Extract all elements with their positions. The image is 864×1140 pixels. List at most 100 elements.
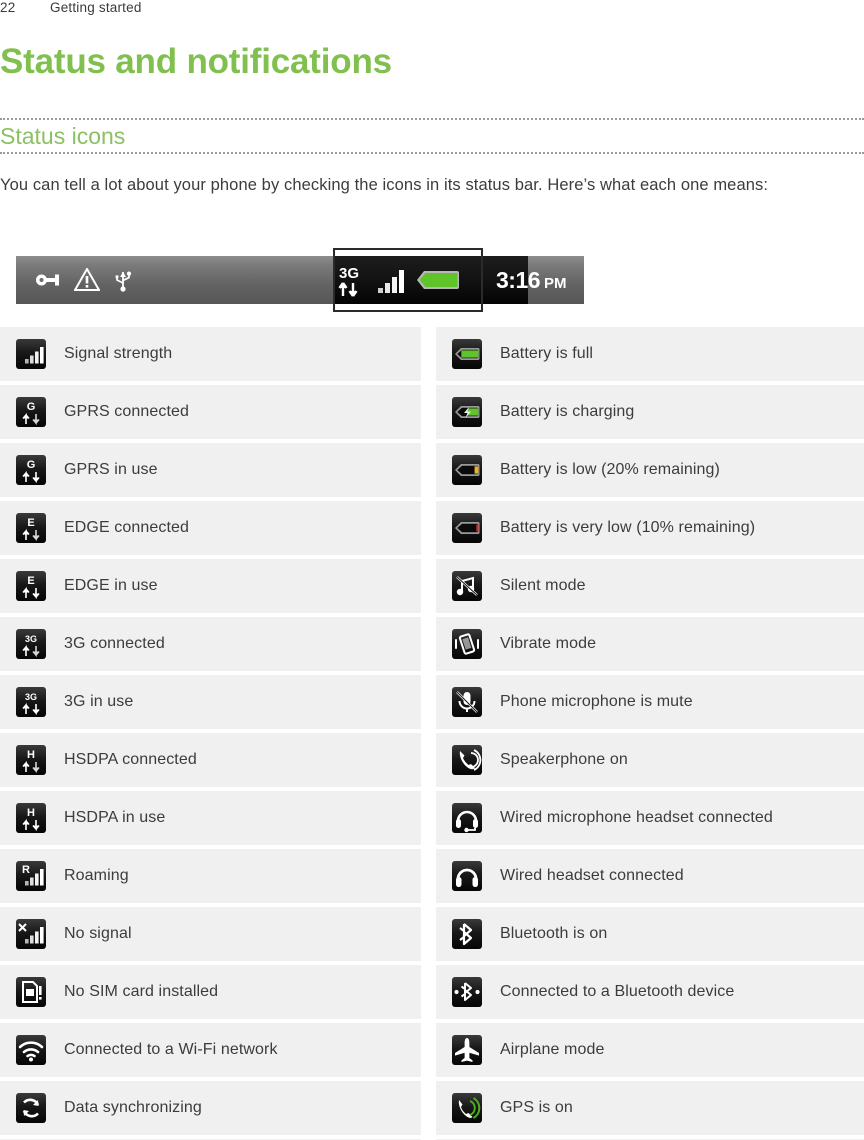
status-bar-left-icons — [16, 268, 133, 292]
page-number: 22 — [0, 0, 16, 15]
status-bar: 3G 3:16 PM — [16, 248, 584, 312]
hsdpa-in-use-icon: H — [16, 803, 46, 833]
table-row: E EDGE in use — [0, 559, 421, 613]
icon-description-label: Battery is full — [500, 345, 594, 362]
icon-description-label: Wired microphone headset connected — [500, 809, 773, 826]
silent-mode-icon — [452, 571, 482, 601]
intro-paragraph: You can tell a lot about your phone by c… — [0, 176, 769, 194]
status-icons-highlight-box — [333, 248, 483, 312]
icon-description-label: Signal strength — [64, 345, 173, 362]
icon-description-label: Phone microphone is mute — [500, 693, 693, 710]
icon-description-label: EDGE connected — [64, 519, 190, 536]
icon-table-right-column: Battery is full Battery is charging Batt… — [436, 327, 864, 1140]
table-row: H HSDPA in use — [0, 791, 421, 845]
no-signal-icon — [16, 919, 46, 949]
icon-description-label: Roaming — [64, 867, 129, 884]
svg-text:G: G — [27, 459, 36, 471]
icon-description-label: 3G connected — [64, 635, 165, 652]
table-row: G GPRS connected — [0, 385, 421, 439]
icon-description-label: HSDPA in use — [64, 809, 166, 826]
clock-time: 3:16 — [496, 267, 541, 293]
icon-description-label: No signal — [64, 925, 132, 942]
table-row: Silent mode — [436, 559, 864, 613]
table-row: No signal — [0, 907, 421, 961]
table-row: R Roaming — [0, 849, 421, 903]
roaming-icon: R — [16, 861, 46, 891]
svg-text:H: H — [27, 749, 35, 761]
table-row: E EDGE connected — [0, 501, 421, 555]
table-row: 3G 3G connected — [0, 617, 421, 671]
clock-ampm: PM — [544, 275, 567, 292]
table-row: Bluetooth is on — [436, 907, 864, 961]
data-sync-icon — [16, 1093, 46, 1123]
hsdpa-connected-icon: H — [16, 745, 46, 775]
signal-strength-icon — [16, 339, 46, 369]
wired-mic-headset-icon — [452, 803, 482, 833]
table-row: 3G 3G in use — [0, 675, 421, 729]
table-row: Battery is very low (10% remaining) — [436, 501, 864, 555]
wired-headset-icon — [452, 861, 482, 891]
svg-text:E: E — [27, 575, 34, 587]
icon-description-label: Wired headset connected — [500, 867, 684, 884]
battery-very-low-icon — [452, 513, 482, 543]
battery-charging-icon — [452, 397, 482, 427]
icon-description-label: Bluetooth is on — [500, 925, 608, 942]
table-row: Wired microphone headset connected — [436, 791, 864, 845]
table-row: Vibrate mode — [436, 617, 864, 671]
table-row: No SIM card installed — [0, 965, 421, 1019]
table-row: Battery is low (20% remaining) — [436, 443, 864, 497]
icon-description-label: GPS is on — [500, 1099, 573, 1116]
microphone-mute-icon — [452, 687, 482, 717]
status-bar-figure: 3G 3:16 PM — [16, 248, 584, 312]
icon-description-label: EDGE in use — [64, 577, 158, 594]
unlock-key-icon — [35, 271, 61, 289]
battery-low-icon — [452, 455, 482, 485]
icon-description-label: Battery is low (20% remaining) — [500, 461, 720, 478]
svg-text:G: G — [27, 401, 36, 413]
table-row: Battery is charging — [436, 385, 864, 439]
svg-text:H: H — [27, 807, 35, 819]
running-header: 22 Getting started — [0, 0, 142, 15]
edge-in-use-icon: E — [16, 571, 46, 601]
icon-description-label: Connected to a Wi-Fi network — [64, 1041, 278, 1058]
icon-description-label: No SIM card installed — [64, 983, 219, 1000]
svg-text:3G: 3G — [25, 692, 37, 702]
wifi-connected-icon — [16, 1035, 46, 1065]
page-title: Status and notifications — [0, 42, 392, 81]
icon-description-label: GPRS in use — [64, 461, 158, 478]
icon-description-label: Silent mode — [500, 577, 586, 594]
table-row: GPS is on — [436, 1081, 864, 1135]
icon-description-label: Speakerphone on — [500, 751, 628, 768]
airplane-mode-icon — [452, 1035, 482, 1065]
divider-bottom — [0, 152, 864, 155]
icon-description-label: Connected to a Bluetooth device — [500, 983, 735, 1000]
section-heading: Status icons — [0, 123, 126, 149]
gps-on-icon — [452, 1093, 482, 1123]
icon-description-label: Battery is charging — [500, 403, 635, 420]
warning-triangle-icon — [74, 268, 100, 292]
icon-description-label: Data synchronizing — [64, 1099, 202, 1116]
status-bar-clock: 3:16 PM — [496, 256, 567, 304]
3g-connected-icon: 3G — [16, 629, 46, 659]
bluetooth-on-icon — [452, 919, 482, 949]
icon-description-label: GPRS connected — [64, 403, 190, 420]
section-header-block: Status icons — [0, 118, 864, 155]
table-row: Connected to a Wi-Fi network — [0, 1023, 421, 1077]
table-row: Speakerphone on — [436, 733, 864, 787]
no-sim-card-icon — [16, 977, 46, 1007]
speakerphone-icon — [452, 745, 482, 775]
table-row: Airplane mode — [436, 1023, 864, 1077]
header-section-name: Getting started — [50, 0, 142, 15]
icon-description-label: Airplane mode — [500, 1041, 605, 1058]
table-row: Battery is full — [436, 327, 864, 381]
svg-text:R: R — [22, 864, 30, 876]
table-row: Wired headset connected — [436, 849, 864, 903]
table-row: Data synchronizing — [0, 1081, 421, 1135]
manual-page: 22 Getting started Status and notificati… — [0, 0, 864, 1140]
vibrate-mode-icon — [452, 629, 482, 659]
table-row: Connected to a Bluetooth device — [436, 965, 864, 1019]
gprs-in-use-icon: G — [16, 455, 46, 485]
table-row: Phone microphone is mute — [436, 675, 864, 729]
battery-full-icon — [452, 339, 482, 369]
3g-in-use-icon: 3G — [16, 687, 46, 717]
